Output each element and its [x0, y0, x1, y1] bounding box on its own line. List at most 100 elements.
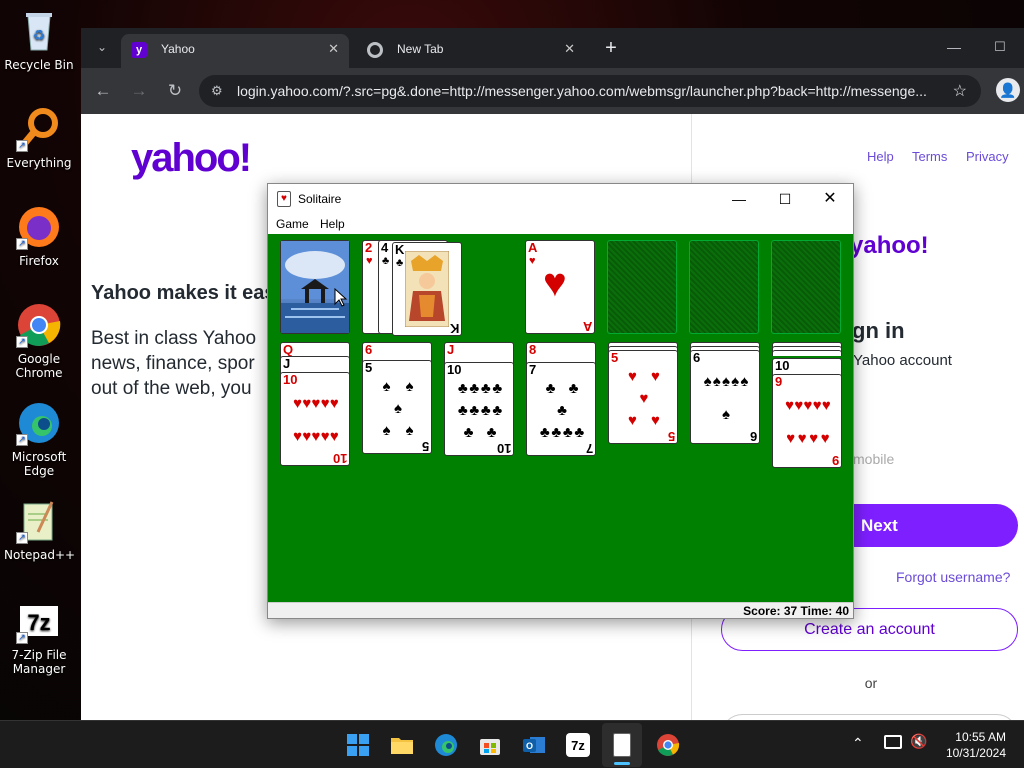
tab-strip: ⌄ y Yahoo ✕ New Tab ✕ + — ☐ [81, 28, 1024, 68]
windows-start-icon[interactable] [346, 733, 370, 757]
desktop-icon-label: 7-Zip File Manager [11, 648, 67, 676]
stock-pile[interactable] [280, 240, 350, 334]
foundation-2[interactable] [607, 240, 677, 334]
card-rank-bottom: 5 [667, 429, 675, 444]
or-divider: or [864, 675, 878, 691]
foundation-4[interactable] [771, 240, 841, 334]
card-rank: 10 [775, 358, 790, 373]
bookmark-star-icon[interactable]: ☆ [953, 81, 967, 101]
card-rank: 10 [283, 372, 298, 387]
signin-subtitle: Yahoo account [853, 352, 952, 369]
desktop-icon-chrome[interactable]: ↗ Google Chrome [4, 302, 74, 380]
close-icon[interactable]: ✕ [810, 188, 850, 210]
close-tab-icon[interactable]: ✕ [328, 41, 339, 57]
file-explorer-icon[interactable] [390, 733, 414, 757]
tab-yahoo[interactable]: y Yahoo ✕ [121, 34, 349, 68]
card-rank: 5 [365, 360, 373, 375]
display-icon[interactable] [884, 735, 902, 749]
heart-pips: ♥ ♥ ♥ ♥ ♥ ♥ ♥ ♥ ♥ [785, 397, 831, 447]
shortcut-arrow-icon: ↗ [16, 140, 28, 152]
browser-toolbar: ← → ↻ ⚙ login.yahoo.com/?.src=pg&.done=h… [81, 68, 1024, 114]
heart-pips: ♥ ♥ ♥ ♥ ♥ ♥ ♥ ♥ ♥ ♥ [293, 395, 339, 445]
solitaire-statusbar: Score: 37 Time: 40 [268, 602, 853, 618]
card-rank-bottom: 5 [421, 439, 429, 454]
card-rank: 8 [529, 342, 537, 357]
desktop-icon-edge[interactable]: ↗ Microsoft Edge [4, 400, 74, 478]
yahoo-logo[interactable]: yahoo! [131, 136, 252, 181]
desktop-icon-recycle-bin[interactable]: ♻ Recycle Bin [4, 8, 74, 72]
maximize-icon[interactable]: ☐ [987, 34, 1013, 60]
svg-text:7z: 7z [571, 738, 585, 753]
url-text[interactable]: login.yahoo.com/?.src=pg&.done=http://me… [237, 83, 937, 99]
forgot-username-link[interactable]: Forgot username? [896, 569, 1010, 585]
tableau-7-top-card[interactable]: 9 ♥ ♥ ♥ ♥ ♥ ♥ ♥ ♥ ♥ 9 [772, 374, 842, 468]
solitaire-titlebar[interactable]: ♥ Solitaire — ☐ ✕ [268, 184, 853, 214]
desktop-icon-notepadpp[interactable]: ↗ Notepad++ [4, 498, 76, 562]
desktop-icon-everything[interactable]: ↗ Everything [4, 106, 74, 170]
username-field-placeholder[interactable]: mobile [853, 451, 894, 467]
address-bar[interactable]: ⚙ login.yahoo.com/?.src=pg&.done=http://… [199, 75, 981, 107]
close-tab-icon[interactable]: ✕ [564, 41, 575, 57]
tab-search-chevron-icon[interactable]: ⌄ [89, 34, 115, 60]
desktop-icon-label: Microsoft Edge [11, 450, 67, 478]
back-arrow-icon[interactable]: ← [90, 78, 116, 104]
desktop-icon-label: Notepad++ [4, 548, 76, 562]
tableau-2-top-card[interactable]: 5 ♠ ♠ ♠ ♠ ♠ 5 [362, 360, 432, 454]
card-rank: 9 [775, 374, 783, 389]
microsoft-store-icon[interactable] [478, 733, 502, 757]
system-clock[interactable]: 10:55 AM 10/31/2024 [946, 729, 1006, 761]
forward-arrow-icon[interactable]: → [126, 78, 152, 104]
card-rank-bottom: 10 [332, 451, 347, 466]
spade-pips: ♠ ♠ ♠ ♠ ♠ ♠ [703, 373, 749, 423]
tab-title: New Tab [397, 42, 444, 56]
svg-text:♻: ♻ [33, 28, 46, 44]
volume-muted-icon[interactable]: 🔇 [910, 733, 927, 750]
edge-taskbar-icon[interactable] [434, 733, 458, 757]
outlook-icon[interactable]: O [522, 733, 546, 757]
everything-icon: ↗ [16, 106, 62, 152]
desktop-icon-label: Recycle Bin [4, 58, 74, 72]
card-rank-bottom: 7 [585, 441, 593, 456]
desktop-icon-label: Firefox [19, 254, 59, 268]
svg-text:O: O [526, 741, 533, 751]
foundation-1[interactable]: A ♥ ♥ A [525, 240, 595, 334]
reload-icon[interactable]: ↻ [162, 78, 188, 104]
minimize-icon[interactable]: — [941, 34, 967, 60]
tableau-1-top-card[interactable]: 10 ♥ ♥ ♥ ♥ ♥ ♥ ♥ ♥ ♥ ♥ 10 [280, 372, 350, 466]
card-rank-bottom: 9 [831, 453, 839, 468]
card-suit: ♣ [382, 255, 390, 267]
minimize-icon[interactable]: — [719, 188, 759, 210]
tab-new-tab[interactable]: New Tab ✕ [357, 34, 585, 68]
tableau-4-top-card[interactable]: 7 ♣ ♣ ♣ ♣ ♣ ♣ ♣ 7 [526, 362, 596, 456]
solitaire-app-icon: ♥ [277, 191, 291, 207]
card-rank: 4 [381, 240, 389, 255]
card-rank: 2 [365, 240, 373, 255]
chrome-taskbar-icon[interactable] [656, 733, 680, 757]
solitaire-menubar: Game Help [268, 214, 853, 234]
tableau-3-top-card[interactable]: 10 ♣ ♣ ♣ ♣ ♣ ♣ ♣ ♣ ♣ ♣ 10 [444, 362, 514, 456]
solitaire-title: Solitaire [298, 192, 342, 206]
solitaire-taskbar-button[interactable] [602, 723, 642, 767]
profile-avatar-icon[interactable]: 👤 [996, 78, 1020, 102]
desktop-icon-firefox[interactable]: ↗ Firefox [4, 204, 74, 268]
7zip-taskbar-icon[interactable]: 7z [566, 733, 590, 757]
foundation-3[interactable] [689, 240, 759, 334]
firefox-icon: ↗ [16, 204, 62, 250]
description: Best in class Yahoo news, finance, spor … [91, 328, 257, 399]
menu-help[interactable]: Help [320, 217, 345, 231]
maximize-icon[interactable]: ☐ [765, 188, 805, 210]
show-hidden-icons-chevron-icon[interactable]: ⌃ [852, 735, 864, 752]
yahoo-favicon-icon: y [131, 42, 147, 58]
tableau-5-top-card[interactable]: 5 ♥ ♥ ♥ ♥ ♥ 5 [608, 350, 678, 444]
menu-game[interactable]: Game [276, 217, 309, 231]
waste-top-card[interactable]: K ♣ K [392, 242, 462, 336]
desktop-icon-7zip[interactable]: 7z ↗ 7-Zip File Manager [4, 604, 74, 676]
card-yahoo-logo: yahoo! [850, 232, 929, 259]
recycle-bin-icon: ♻ [16, 8, 62, 54]
chrome-favicon-icon [367, 42, 383, 58]
shortcut-arrow-icon: ↗ [16, 632, 28, 644]
new-tab-button[interactable]: + [598, 35, 624, 61]
site-settings-icon[interactable]: ⚙ [211, 83, 223, 99]
tableau-6-top-card[interactable]: 6 ♠ ♠ ♠ ♠ ♠ ♠ 6 [690, 350, 760, 444]
card-rank: 6 [693, 350, 701, 365]
